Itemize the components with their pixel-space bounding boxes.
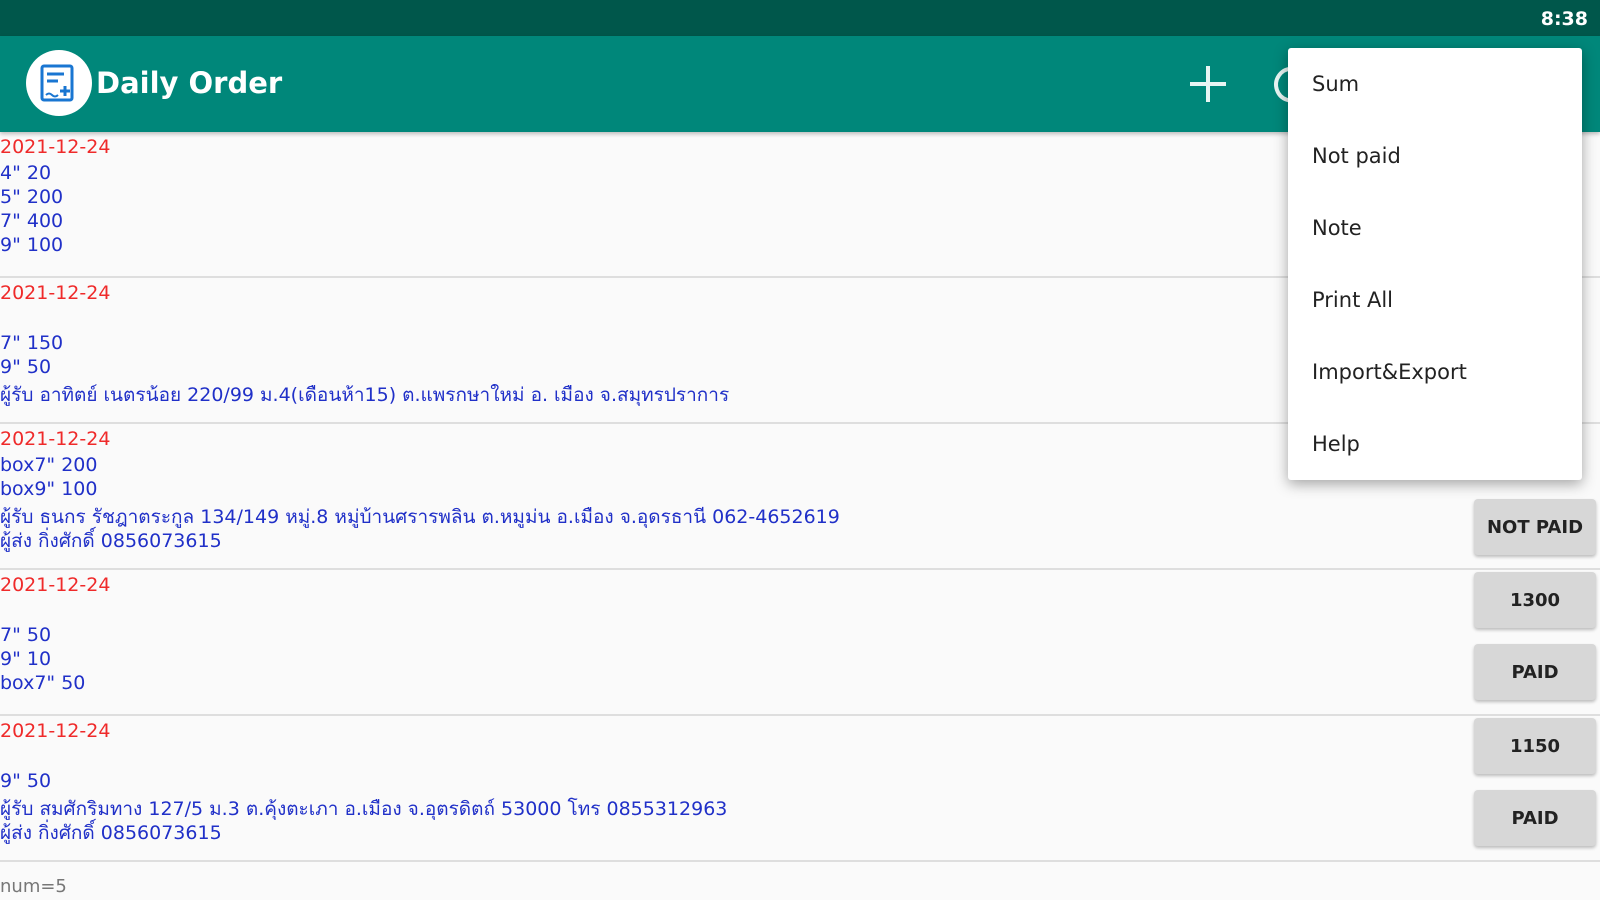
menu-item-note[interactable]: Note <box>1312 216 1362 240</box>
order-line: 9" 50 <box>0 356 52 378</box>
order-date: 2021-12-24 <box>0 136 111 158</box>
order-line: ผู้ส่ง กิ่งศักดิ์ 0856073615 <box>0 822 222 844</box>
menu-item-print-all[interactable]: Print All <box>1312 288 1393 312</box>
menu-item-import-export[interactable]: Import&Export <box>1312 360 1467 384</box>
order-line: box9" 100 <box>0 478 98 500</box>
order-line: 7" 400 <box>0 210 64 232</box>
menu-item-not-paid[interactable]: Not paid <box>1312 144 1401 168</box>
status-time: 8:38 <box>1540 8 1588 30</box>
order-line: 9" 50 <box>0 770 52 792</box>
amount-button[interactable]: 1150 <box>1474 718 1596 774</box>
order-line: 9" 10 <box>0 648 52 670</box>
order-line: 5" 200 <box>0 186 64 208</box>
order-date: 2021-12-24 <box>0 282 111 304</box>
menu-item-sum[interactable]: Sum <box>1312 72 1359 96</box>
order-count: num=5 <box>0 876 67 897</box>
order-line: 7" 150 <box>0 332 64 354</box>
order-line: 9" 100 <box>0 234 64 256</box>
order-line: ผู้รับ อาทิตย์ เนตรน้อย 220/99 ม.4(เดือน… <box>0 384 730 406</box>
order-date: 2021-12-24 <box>0 428 111 450</box>
amount-button[interactable]: 1300 <box>1474 572 1596 628</box>
overflow-menu: Sum Not paid Note Print All Import&Expor… <box>1288 48 1582 480</box>
order-line: 4" 20 <box>0 162 52 184</box>
order-line: box7" 200 <box>0 454 98 476</box>
order-line: ผู้ส่ง กิ่งศักดิ์ 0856073615 <box>0 530 222 552</box>
order-line: box7" 50 <box>0 672 86 694</box>
order-date: 2021-12-24 <box>0 574 111 596</box>
paid-button[interactable]: PAID <box>1474 790 1596 846</box>
not-paid-button[interactable]: NOT PAID <box>1474 499 1596 555</box>
status-bar: 8:38 <box>0 0 1600 36</box>
order-date: 2021-12-24 <box>0 720 111 742</box>
plus-icon <box>1190 66 1226 102</box>
app-title: Daily Order <box>96 66 283 100</box>
app-logo-icon <box>26 50 92 116</box>
order-card[interactable]: 2021-12-24 9" 50 ผู้รับ สมศักริมทาง 127/… <box>0 716 1600 862</box>
add-order-button[interactable] <box>1184 60 1232 108</box>
paid-button[interactable]: PAID <box>1474 644 1596 700</box>
order-card[interactable]: 2021-12-24 7" 50 9" 10 box7" 50 1300 PAI… <box>0 570 1600 716</box>
order-line: 7" 50 <box>0 624 52 646</box>
menu-item-help[interactable]: Help <box>1312 432 1360 456</box>
